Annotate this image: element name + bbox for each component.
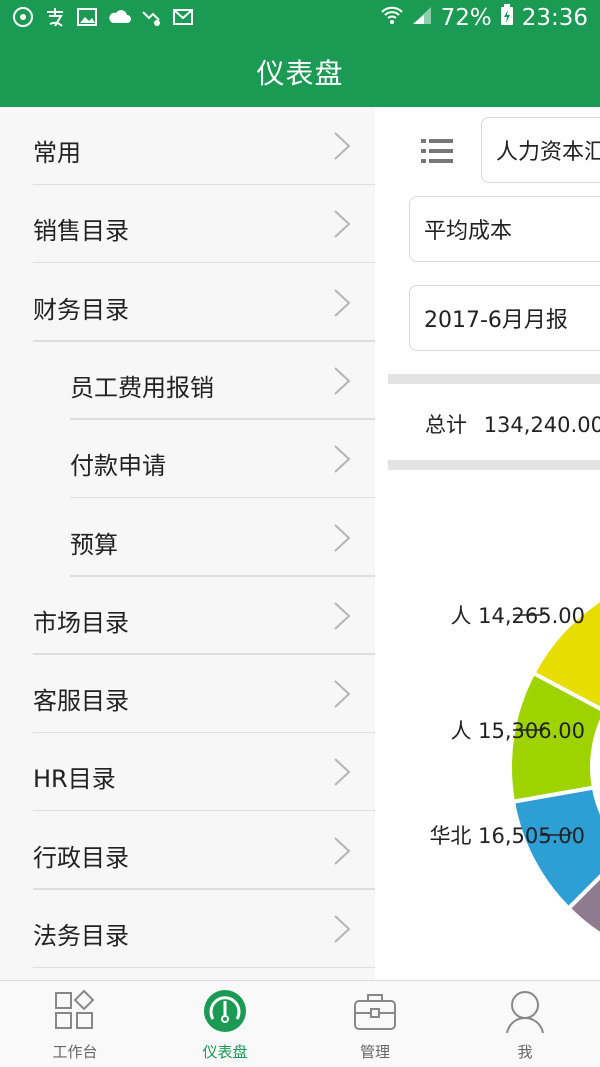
menu-item[interactable]: 法务目录: [0, 890, 375, 968]
pie-label: 人 14,265.00: [450, 604, 585, 628]
briefcase-icon: [354, 994, 396, 1030]
missed-call-icon: [140, 6, 162, 28]
chevron-right-icon: [334, 523, 351, 552]
battery-percent: 72%: [440, 5, 492, 31]
pie-chart[interactable]: 人 14,265.00 人 15,306.00 华北 16,505.00: [375, 477, 600, 980]
chevron-right-icon: [334, 680, 351, 708]
bottom-nav: 工作台 仪表盘 管理 我: [0, 980, 600, 1067]
pie-label: 华北 16,505.00: [429, 824, 585, 848]
grid-icon: [55, 989, 95, 1029]
chevron-right-icon: [334, 758, 351, 787]
menu-item[interactable]: 行政目录: [0, 812, 375, 890]
menu-item[interactable]: 市场目录: [0, 577, 375, 655]
nav-me[interactable]: 我: [450, 981, 600, 1067]
side-drawer: 常用销售目录财务目录员工费用报销 付款申请预算市场目录客服目录 HR目录行政目录法务…: [0, 107, 375, 980]
divider: [388, 460, 600, 470]
status-bar: 72% 23:36: [0, 0, 600, 40]
menu-item[interactable]: 常用: [0, 107, 375, 185]
period-select[interactable]: 2017-6月月报: [409, 285, 600, 351]
total-label: 总计: [425, 413, 467, 437]
menu-item-label: 客服目录: [33, 687, 129, 716]
nav-label: 工作台: [52, 1043, 98, 1061]
chevron-right-icon: [334, 210, 351, 239]
divider: [388, 374, 600, 384]
dashboard-panel: 人力资本汇 平均成本 2017-6月月报 总计 134,240.00 人 14,…: [375, 107, 600, 980]
alipay-icon: [44, 6, 66, 28]
page-title: 仪表盘: [256, 57, 344, 90]
menu-item-label: 财务目录: [33, 295, 129, 324]
image-icon: [76, 6, 98, 28]
menu-item[interactable]: 员工费用报销: [0, 342, 375, 420]
menu-item[interactable]: 预算: [0, 499, 375, 577]
nav-label: 管理: [359, 1043, 390, 1061]
menu-item-label: 员工费用报销: [70, 373, 214, 402]
notification-icons: [12, 6, 194, 28]
menu-item-label: 市场目录: [33, 608, 129, 637]
chevron-right-icon: [334, 836, 351, 865]
total-row: 总计 134,240.00: [425, 409, 600, 439]
total-value: 134,240.00: [483, 413, 600, 437]
menu-item[interactable]: 客服目录: [0, 655, 375, 734]
system-icons: 72% 23:36: [380, 4, 588, 32]
menu-item-label: 预算: [70, 530, 118, 559]
nav-manage[interactable]: 管理: [300, 981, 450, 1067]
menu-item[interactable]: HR目录: [0, 733, 375, 812]
wifi-icon: [380, 5, 403, 31]
menu-divider: [33, 966, 375, 968]
menu-item[interactable]: 付款申请: [0, 420, 375, 499]
nav-label: 仪表盘: [202, 1043, 248, 1061]
menu-item[interactable]: 财务目录: [0, 264, 375, 342]
nav-label: 我: [517, 1043, 533, 1061]
signal-icon: [411, 5, 433, 31]
chevron-right-icon: [334, 602, 351, 630]
chevron-right-icon: [334, 132, 351, 160]
menu-item-label: HR目录: [33, 765, 116, 794]
menu-item-label: 付款申请: [70, 452, 166, 481]
cloud-icon: [108, 6, 131, 28]
top-bar: 72% 23:36 仪表盘: [0, 0, 600, 107]
mail-icon: [172, 6, 194, 28]
pie-label: 人 15,306.00: [450, 719, 585, 743]
report-select[interactable]: 人力资本汇: [481, 117, 600, 183]
person-icon: [506, 991, 544, 1033]
battery-icon: [500, 4, 514, 32]
menu-item[interactable]: 销售目录: [0, 185, 375, 264]
app-notification-icon: [12, 6, 34, 28]
list-icon[interactable]: [419, 133, 455, 169]
chevron-right-icon: [334, 367, 351, 395]
menu-item-label: 行政目录: [33, 843, 129, 872]
menu-item-label: 常用: [33, 139, 81, 167]
chevron-right-icon: [334, 288, 351, 317]
metric-select[interactable]: 平均成本: [409, 196, 600, 262]
nav-workbench[interactable]: 工作台: [0, 981, 150, 1067]
clock: 23:36: [521, 5, 588, 31]
gauge-icon: [204, 990, 246, 1032]
menu-item-label: 销售目录: [33, 217, 129, 246]
chevron-right-icon: [334, 445, 351, 473]
menu-item-label: 法务目录: [33, 922, 129, 950]
chevron-right-icon: [334, 915, 351, 943]
nav-dashboard[interactable]: 仪表盘: [150, 981, 300, 1067]
